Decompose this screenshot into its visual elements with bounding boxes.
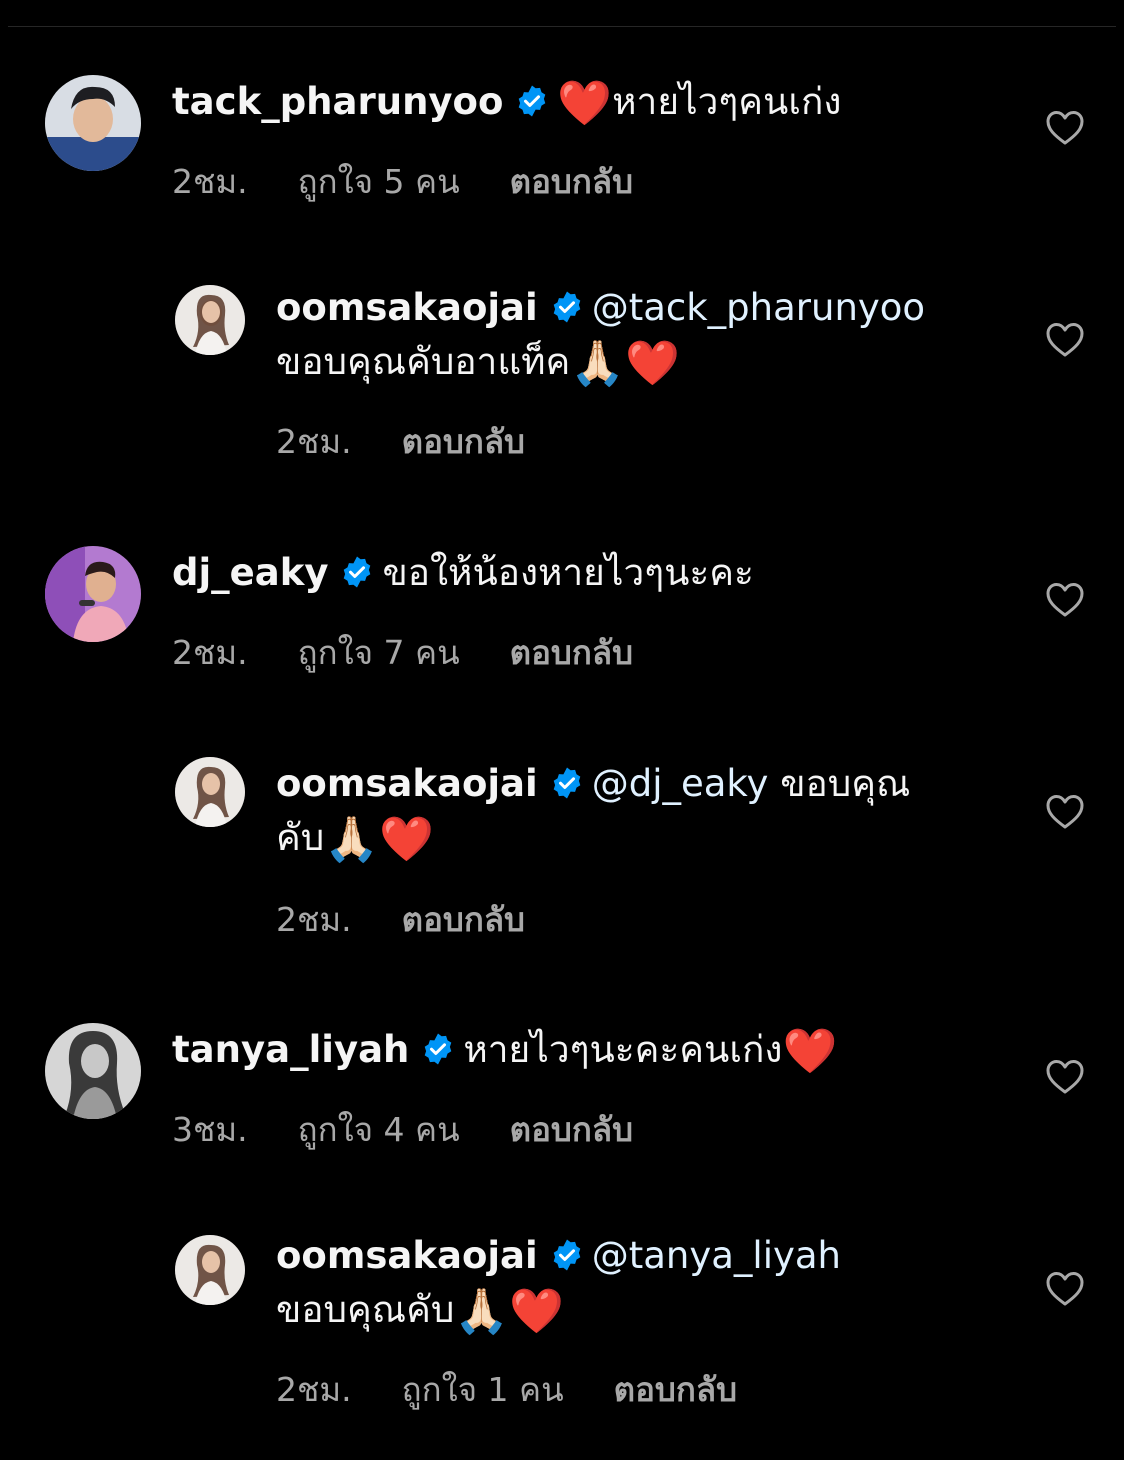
comment-body: oomsakaojai @tack_pharunyoo xyxy=(276,281,925,335)
comment-text: ขอบคุณ xyxy=(780,762,911,805)
comment-time: 2ชม. xyxy=(276,1370,352,1409)
reply-button[interactable]: ตอบกลับ xyxy=(510,633,633,672)
comment-meta: 2ชม. ถูกใจ 5 คน ตอบกลับ xyxy=(172,155,683,208)
red-heart-emoji: ❤️ xyxy=(379,814,434,865)
comment-body-line2: ขอบคุณคับอาแท็ค🙏🏻❤️ xyxy=(276,335,680,391)
comment-meta: 2ชม. ตอบกลับ xyxy=(276,893,575,946)
reply-button[interactable]: ตอบกลับ xyxy=(510,162,633,201)
comment-time: 2ชม. xyxy=(172,162,248,201)
praying-hands-emoji: 🙏🏻 xyxy=(454,1286,510,1337)
mention-link[interactable]: @dj_eaky xyxy=(592,762,769,805)
username[interactable]: tanya_liyah xyxy=(172,1028,409,1071)
username[interactable]: dj_eaky xyxy=(172,551,328,594)
comment-meta: 3ชม. ถูกใจ 4 คน ตอบกลับ xyxy=(172,1103,683,1156)
comment-body: dj_eaky ขอให้น้องหายไวๆนะคะ xyxy=(172,546,754,600)
comment-text: ขอให้น้องหายไวๆนะคะ xyxy=(382,551,754,594)
praying-hands-emoji: 🙏🏻 xyxy=(324,814,380,865)
comment-text: หายไวๆคนเก่ง xyxy=(612,80,842,123)
username[interactable]: oomsakaojai xyxy=(276,1234,538,1277)
avatar[interactable] xyxy=(45,75,141,171)
avatar[interactable] xyxy=(45,1023,141,1119)
reply-button[interactable]: ตอบกลับ xyxy=(402,422,525,461)
username[interactable]: oomsakaojai xyxy=(276,762,538,805)
mention-link[interactable]: @tack_pharunyoo xyxy=(592,286,925,329)
verified-badge-icon xyxy=(423,1032,454,1066)
heart-outline-icon[interactable] xyxy=(1046,322,1084,358)
comment-body: tanya_liyah หายไวๆนะคะคนเก่ง❤️ xyxy=(172,1023,837,1079)
username[interactable]: oomsakaojai xyxy=(276,286,538,329)
comment-meta: 2ชม. ถูกใจ 7 คน ตอบกลับ xyxy=(172,626,683,679)
like-count[interactable]: ถูกใจ 5 คน xyxy=(298,162,460,201)
comment-meta: 2ชม. ตอบกลับ xyxy=(276,415,575,468)
avatar[interactable] xyxy=(175,1235,245,1305)
heart-outline-icon[interactable] xyxy=(1046,1271,1084,1307)
comment-body: oomsakaojai @dj_eaky ขอบคุณ xyxy=(276,757,910,811)
red-heart-emoji: ❤️ xyxy=(509,1286,564,1337)
reply-button[interactable]: ตอบกลับ xyxy=(614,1370,737,1409)
red-heart-emoji: ❤️ xyxy=(782,1026,838,1077)
comment-meta: 2ชม. ถูกใจ 1 คน ตอบกลับ xyxy=(276,1363,787,1416)
like-count[interactable]: ถูกใจ 4 คน xyxy=(298,1110,460,1149)
red-heart-emoji: ❤️ xyxy=(557,78,613,129)
comment-time: 2ชม. xyxy=(276,900,352,939)
comment-body: tack_pharunyoo ❤️หายไวๆคนเก่ง xyxy=(172,75,841,131)
comment-text: ขอบคุณคับ xyxy=(276,1288,455,1331)
verified-badge-icon xyxy=(551,290,582,324)
top-divider xyxy=(8,26,1116,27)
username[interactable]: tack_pharunyoo xyxy=(172,80,503,123)
heart-outline-icon[interactable] xyxy=(1046,110,1084,146)
red-heart-emoji: ❤️ xyxy=(625,338,680,389)
avatar[interactable] xyxy=(175,757,245,827)
comment-time: 2ชม. xyxy=(276,422,352,461)
reply-button[interactable]: ตอบกลับ xyxy=(402,900,525,939)
like-count[interactable]: ถูกใจ 1 คน xyxy=(402,1370,564,1409)
comment-time: 3ชม. xyxy=(172,1110,248,1149)
comment-body: oomsakaojai @tanya_liyah xyxy=(276,1229,841,1283)
reply-button[interactable]: ตอบกลับ xyxy=(510,1110,633,1149)
verified-badge-icon xyxy=(551,766,582,800)
verified-badge-icon xyxy=(517,84,548,118)
comment-text: ขอบคุณคับอาแท็ค xyxy=(276,340,571,383)
comment-time: 2ชม. xyxy=(172,633,248,672)
praying-hands-emoji: 🙏🏻 xyxy=(570,338,626,389)
comment-body-line2: ขอบคุณคับ🙏🏻❤️ xyxy=(276,1283,564,1339)
avatar[interactable] xyxy=(45,546,141,642)
heart-outline-icon[interactable] xyxy=(1046,794,1084,830)
heart-outline-icon[interactable] xyxy=(1046,1059,1084,1095)
verified-badge-icon xyxy=(551,1238,582,1272)
comment-body-line2: คับ🙏🏻❤️ xyxy=(276,811,434,867)
heart-outline-icon[interactable] xyxy=(1046,582,1084,618)
comment-text-continued: คับ xyxy=(276,816,325,859)
verified-badge-icon xyxy=(342,555,373,589)
mention-link[interactable]: @tanya_liyah xyxy=(592,1234,841,1277)
avatar[interactable] xyxy=(175,285,245,355)
like-count[interactable]: ถูกใจ 7 คน xyxy=(298,633,460,672)
comment-text: หายไวๆนะคะคนเก่ง xyxy=(463,1028,783,1071)
